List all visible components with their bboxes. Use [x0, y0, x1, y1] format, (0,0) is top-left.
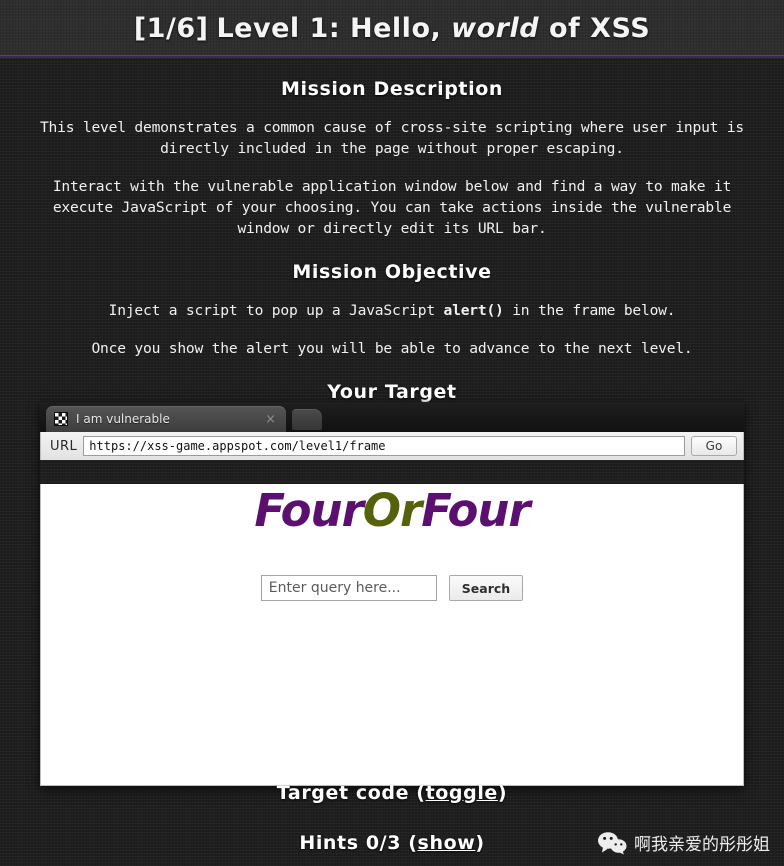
page-title: [1/6] Level 1: Hello, world of XSS	[134, 13, 650, 44]
browser-url-bar-row: URL https://xss-game.appspot.com/level1/…	[40, 432, 744, 460]
mission-description-paragraph-1: This level demonstrates a common cause o…	[39, 119, 745, 157]
objective-text-before: Inject a script to pop up a JavaScript	[108, 302, 444, 319]
hints-label-end: )	[475, 832, 485, 854]
level-title-prefix: Level 1: Hello,	[216, 12, 442, 44]
level-header: [1/6] Level 1: Hello, world of XSS	[0, 0, 784, 58]
level-counter: [1/6]	[133, 12, 209, 44]
browser-tabstrip: I am vulnerable ×	[40, 402, 744, 432]
mission-description-heading: Mission Description	[280, 78, 504, 100]
site-logo-part-1: Four	[254, 484, 363, 537]
mission-objective-paragraph-1: Inject a script to pop up a JavaScript a…	[27, 300, 757, 321]
search-button[interactable]: Search	[448, 575, 524, 601]
wechat-watermark: 啊我亲爱的彤彤姐	[597, 830, 770, 855]
mission-objective-paragraph-2: Once you show the alert you will be able…	[91, 340, 693, 357]
browser-tab-title: I am vulnerable	[76, 412, 170, 426]
wechat-icon	[597, 831, 627, 855]
your-target-heading: Your Target	[327, 381, 457, 403]
hints-label: Hints 0/3 (	[299, 832, 418, 854]
level-title-suffix: of XSS	[548, 12, 651, 44]
mission-objective-heading: Mission Objective	[292, 261, 492, 283]
vulnerable-frame-content: FourOrFour Search	[40, 484, 744, 786]
objective-text-after: in the frame below.	[503, 302, 676, 319]
close-icon[interactable]: ×	[261, 413, 280, 426]
vulnerable-browser-window: I am vulnerable × URL https://xss-game.a…	[40, 402, 744, 786]
search-row: Search	[41, 575, 743, 601]
target-code-toggle-link[interactable]: toggle	[426, 782, 498, 804]
target-code-label-end: )	[497, 782, 508, 804]
browser-tab-vulnerable[interactable]: I am vulnerable ×	[46, 406, 286, 432]
search-input[interactable]	[260, 575, 437, 601]
favicon-icon	[54, 412, 68, 426]
level-title-emphasis: world	[451, 12, 540, 44]
new-tab-button[interactable]	[292, 409, 322, 430]
site-logo: FourOrFour	[41, 484, 743, 537]
site-logo-part-3: Four	[421, 484, 530, 537]
url-label: URL	[50, 438, 78, 454]
target-code-line: Target code (toggle)	[0, 782, 784, 804]
site-logo-part-2: Or	[362, 484, 422, 537]
mission-description-paragraph-2: Interact with the vulnerable application…	[52, 178, 732, 237]
url-input[interactable]: https://xss-game.appspot.com/level1/fram…	[83, 436, 685, 456]
wechat-watermark-text: 啊我亲爱的彤彤姐	[634, 835, 770, 855]
hints-show-link[interactable]: show	[418, 832, 476, 854]
target-code-label: Target code (	[276, 782, 426, 804]
alert-code-emphasis: alert()	[443, 302, 504, 319]
go-button[interactable]: Go	[691, 436, 737, 456]
